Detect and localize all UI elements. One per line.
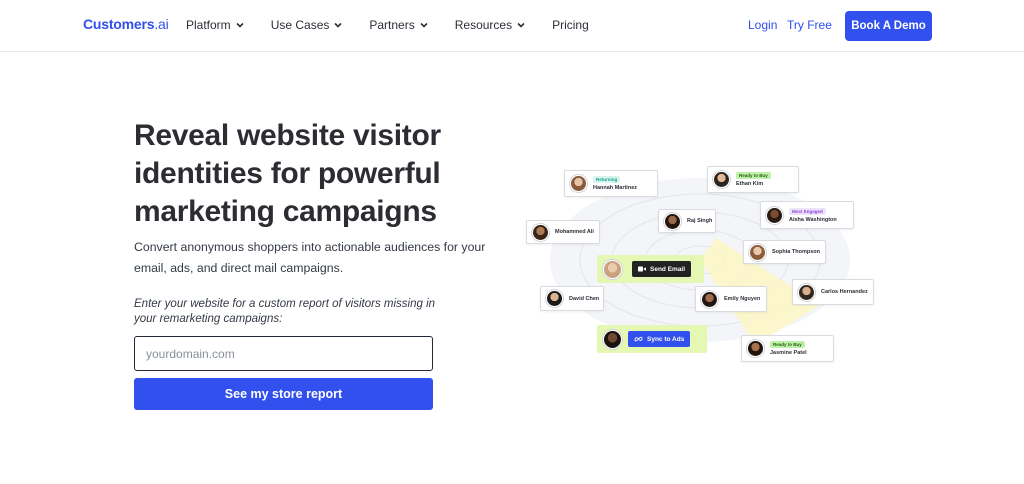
visitor-card-ethan-kim[interactable]: Ready to Buy Ethan Kim [707, 166, 799, 193]
try-free-link[interactable]: Try Free [787, 18, 832, 32]
menu-item-partners[interactable]: Partners [369, 18, 429, 32]
chevron-down-icon [334, 22, 342, 28]
menu-item-resources[interactable]: Resources [455, 18, 527, 32]
send-email-button[interactable]: Send Email [632, 261, 692, 277]
visitor-card-jasmine-patel[interactable]: Ready to Buy Jasmine Patel [741, 335, 834, 362]
visitor-name: Hannah Martinez [593, 185, 638, 191]
main-menu: Platform Use Cases Partners Resources Pr… [186, 18, 614, 32]
visitor-name: Carlos Hernandez [821, 289, 868, 295]
avatar [570, 175, 587, 192]
login-link[interactable]: Login [748, 18, 777, 32]
chevron-down-icon [420, 22, 428, 28]
hero-graphic: Returning Hannah Martinez Ready to Buy E… [520, 155, 890, 375]
store-report-button[interactable]: See my store report [134, 378, 433, 410]
avatar [603, 329, 622, 349]
visitor-card-mohammed-ali[interactable]: Mohammed Ali [526, 220, 600, 244]
avatar [664, 212, 681, 230]
visitor-name: Jasmine Patel [770, 350, 807, 356]
visitor-card-david-chen[interactable]: David Chen [540, 286, 604, 311]
status-badge: Ready to Buy [770, 341, 805, 348]
visitor-card-sophia-thompson[interactable]: Sophia Thompson [743, 240, 826, 264]
menu-item-label: Pricing [552, 18, 589, 32]
menu-item-label: Platform [186, 18, 231, 32]
logo-suffix: .ai [154, 16, 169, 32]
chevron-down-icon [517, 22, 525, 28]
menu-item-platform[interactable]: Platform [186, 18, 246, 32]
avatar [532, 223, 549, 241]
avatar [747, 340, 764, 357]
logo-main: Customers [83, 16, 155, 32]
hero-prompt: Enter your website for a custom report o… [134, 298, 436, 325]
send-email-label: Send Email [650, 265, 686, 273]
visitor-name: Mohammed Ali [555, 229, 594, 235]
domain-input[interactable] [134, 336, 433, 371]
sync-to-ads-action: Sync to Ads [597, 325, 707, 353]
visitor-name: David Chen [569, 295, 600, 302]
avatar [701, 290, 718, 308]
status-badge: Most Engaged [789, 207, 826, 215]
visitor-card-raj-singh[interactable]: Raj Singh [658, 209, 716, 233]
visitor-card-carlos-hernandez[interactable]: Carlos Hernandez [792, 279, 874, 305]
avatar [713, 171, 730, 188]
visitor-name: Sophia Thompson [772, 249, 820, 255]
menu-item-label: Use Cases [270, 18, 330, 32]
menu-item-pricing[interactable]: Pricing [552, 18, 589, 32]
avatar [546, 290, 563, 307]
hero-title: Reveal website visitor identities for po… [134, 119, 441, 228]
status-badge: Ready to Buy [736, 172, 771, 179]
avatar [766, 206, 783, 224]
menu-item-label: Resources [454, 18, 513, 32]
visitor-name: Ethan Kim [736, 181, 764, 187]
visitor-name: Emily Nguyen [724, 296, 761, 302]
avatar [749, 243, 766, 261]
avatar [603, 259, 622, 279]
sync-to-ads-label: Sync to Ads [647, 335, 685, 343]
chevron-down-icon [236, 22, 244, 28]
hero-subtitle: Convert anonymous shoppers into actionab… [134, 240, 486, 275]
status-badge: Returning [593, 176, 621, 183]
menu-item-use-cases[interactable]: Use Cases [271, 18, 345, 32]
send-email-action: Send Email [597, 255, 704, 283]
logo[interactable]: Customers.ai [83, 16, 169, 32]
visitor-card-hannah-martinez[interactable]: Returning Hannah Martinez [564, 170, 658, 197]
visitor-name: Raj Singh [687, 218, 713, 224]
sync-to-ads-button[interactable]: Sync to Ads [628, 331, 691, 347]
meta-icon [634, 336, 643, 342]
video-icon [638, 266, 646, 272]
menu-item-label: Partners [369, 18, 415, 32]
top-navbar: Customers.ai Platform Use Cases Partners… [0, 0, 1024, 52]
avatar [798, 283, 815, 301]
visitor-name: Aisha Washington [789, 216, 837, 223]
visitor-card-emily-nguyen[interactable]: Emily Nguyen [695, 286, 767, 312]
book-demo-button[interactable]: Book A Demo [845, 11, 932, 41]
visitor-card-aisha-washington[interactable]: Most Engaged Aisha Washington [760, 201, 854, 229]
